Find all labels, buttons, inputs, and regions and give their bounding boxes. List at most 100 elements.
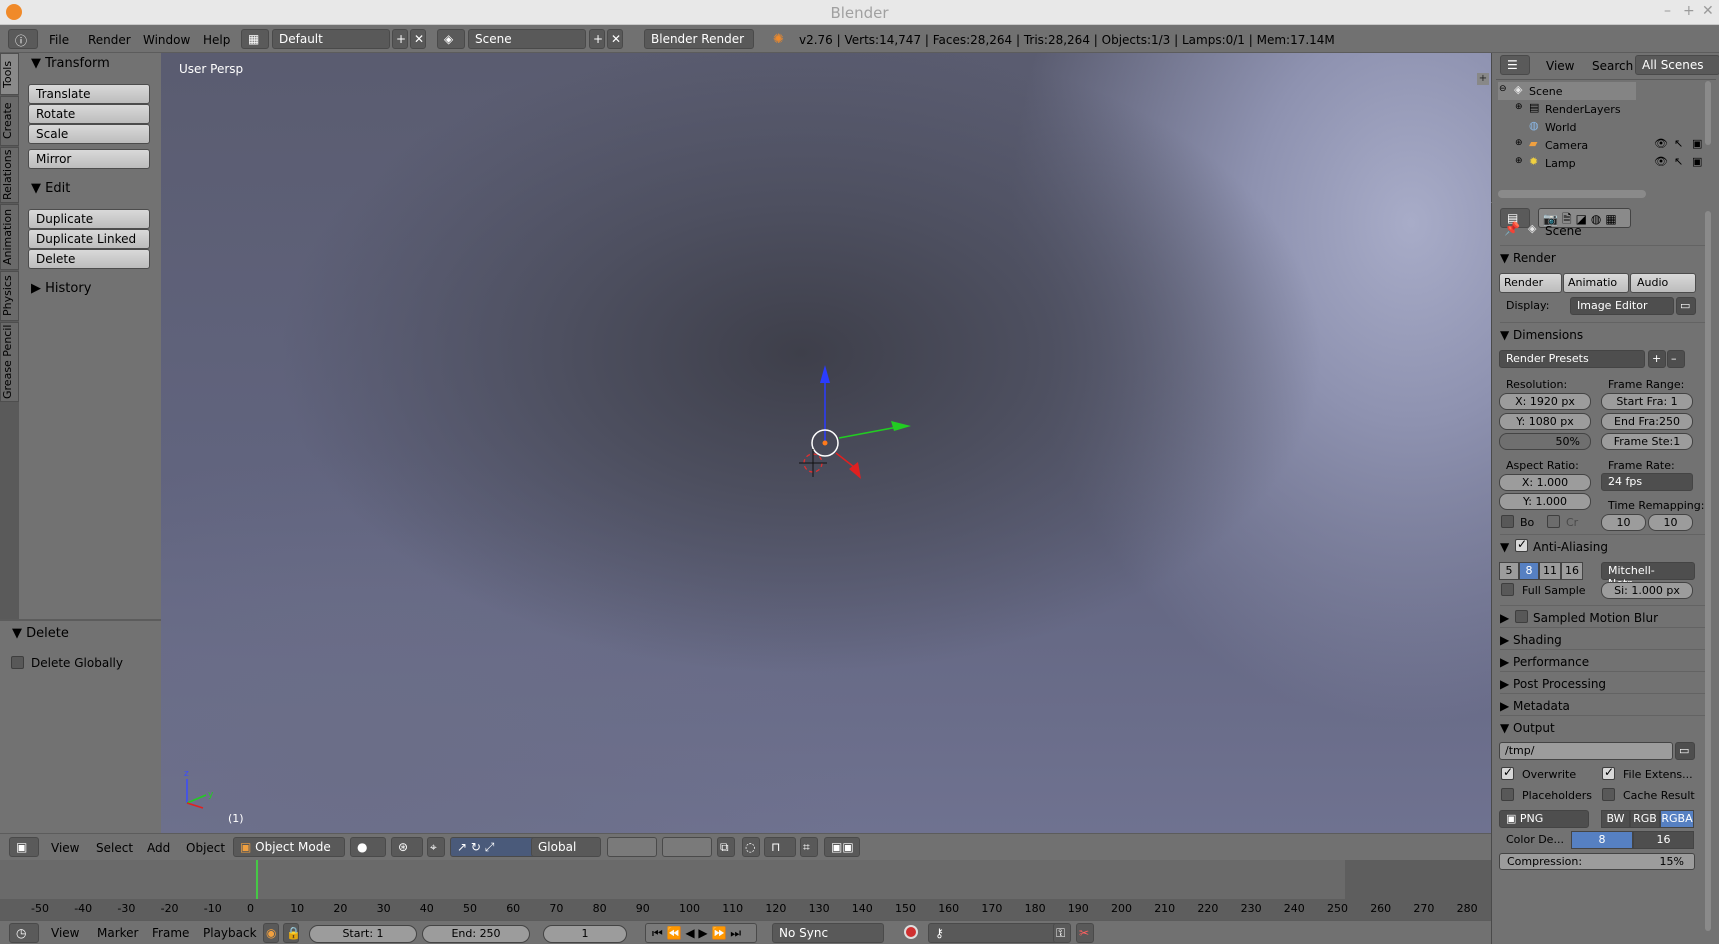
transform-gizmo[interactable]: z y (161, 53, 1491, 833)
menu-view[interactable]: View (51, 841, 79, 855)
editor-type-timeline-icon[interactable]: ◷ (9, 923, 39, 943)
shading-dropdown[interactable]: ● (350, 837, 386, 857)
menu-help[interactable]: Help (203, 33, 230, 47)
placeholders-checkbox[interactable] (1501, 788, 1514, 801)
render-icons[interactable]: ▣▣ (824, 837, 860, 857)
scale-button[interactable]: Scale (28, 124, 150, 144)
menu-render[interactable]: Render (88, 33, 131, 47)
duplicate-button[interactable]: Duplicate (28, 209, 150, 229)
cache-result-checkbox[interactable] (1602, 788, 1615, 801)
layout-add-icon[interactable]: + (392, 29, 408, 49)
expand-icon[interactable]: ⊕ (1515, 156, 1523, 166)
overwrite-checkbox[interactable] (1501, 765, 1514, 780)
rotate-button[interactable]: Rotate (28, 104, 150, 124)
current-frame-field[interactable]: 1 (543, 925, 627, 943)
preset-remove-icon[interactable]: – (1667, 350, 1685, 368)
z-axis-arrowhead[interactable] (820, 365, 830, 383)
tab-physics[interactable]: Physics (0, 271, 19, 321)
output-folder-icon[interactable]: ▭ (1675, 742, 1695, 760)
aa-samples-11[interactable]: 11 (1539, 562, 1561, 580)
record-icon[interactable] (904, 925, 918, 939)
post-processing-panel-header[interactable]: ▶ Post Processing (1500, 671, 1710, 693)
color-depth-16[interactable]: 16 (1633, 831, 1694, 849)
display-dropdown[interactable]: Image Editor (1570, 297, 1674, 315)
crop-checkbox[interactable] (1547, 515, 1560, 528)
aa-panel-header[interactable]: ▼ Anti-Aliasing (1500, 534, 1710, 556)
resolution-y-field[interactable]: Y: 1080 px (1499, 413, 1591, 430)
screen-layout-icon[interactable]: ▦ (241, 29, 269, 49)
visibility-eye-icon[interactable]: 👁 (1654, 155, 1668, 168)
edit-panel-header[interactable]: ▼ Edit (31, 181, 70, 196)
render-audio-button[interactable]: Audio (1630, 273, 1696, 293)
snap-target-icon[interactable]: ⌗ (800, 837, 818, 857)
end-frame-field[interactable]: End: 250 (422, 925, 530, 943)
outliner-display-dropdown[interactable]: All Scenes (1635, 55, 1719, 75)
time-remap-new-field[interactable]: 10 (1648, 514, 1693, 531)
scene-remove-icon[interactable]: ✕ (607, 29, 623, 49)
render-still-button[interactable]: Render (1499, 273, 1562, 293)
display-window-icon[interactable]: ▭ (1676, 297, 1696, 315)
insert-keyframe-icon[interactable]: ⚿ (1053, 923, 1071, 943)
tab-animation[interactable]: Animation (0, 204, 19, 270)
renderable-camera-icon[interactable]: ▣ (1692, 137, 1702, 150)
snap-dropdown[interactable]: ⊓ (764, 837, 796, 857)
lock-icon[interactable]: 🔒 (283, 923, 299, 943)
transform-panel-header[interactable]: ▼ Transform (31, 56, 110, 71)
3d-viewport[interactable]: User Persp z y (1) + (161, 53, 1491, 833)
editor-type-3dview-icon[interactable]: ▣ (9, 837, 39, 857)
time-remap-old-field[interactable]: 10 (1601, 514, 1646, 531)
menu-playback[interactable]: Playback (203, 926, 257, 940)
manipulator-modes[interactable]: ↗ ↻ ⤢ (450, 837, 540, 857)
pivot-dropdown[interactable]: ⊛ (391, 837, 423, 857)
aa-checkbox[interactable] (1515, 537, 1528, 552)
playback-controls[interactable]: ⏮ ⏪ ◀ ▶ ⏩ ⏭ (645, 923, 757, 943)
layout-remove-icon[interactable]: ✕ (410, 29, 426, 49)
editor-type-info-icon[interactable]: ⓘ (8, 29, 38, 49)
delete-button[interactable]: Delete (28, 249, 150, 269)
render-animation-button[interactable]: Animatio (1563, 273, 1629, 293)
selectable-cursor-icon[interactable]: ↖ (1674, 137, 1683, 150)
duplicate-linked-button[interactable]: Duplicate Linked (28, 229, 150, 249)
start-frame-field[interactable]: Start Fra: 1 (1601, 393, 1693, 410)
selectable-cursor-icon[interactable]: ↖ (1674, 155, 1683, 168)
sync-dropdown[interactable]: No Sync (772, 923, 884, 943)
lock-layers-icon[interactable]: ⧉ (717, 837, 735, 857)
frame-step-field[interactable]: Frame Ste:1 (1601, 433, 1693, 450)
expand-icon[interactable]: ⊕ (1515, 138, 1523, 148)
y-axis-arrowhead[interactable] (891, 421, 911, 431)
menu-frame[interactable]: Frame (152, 926, 189, 940)
output-path-field[interactable]: /tmp/ (1499, 742, 1673, 760)
resolution-x-field[interactable]: X: 1920 px (1499, 393, 1591, 410)
orientation-dropdown[interactable]: Global (531, 837, 601, 857)
scene-field[interactable]: Scene (468, 29, 586, 49)
menu-marker[interactable]: Marker (97, 926, 138, 940)
tab-relations[interactable]: Relations (0, 147, 19, 203)
proportional-edit-icon[interactable]: ◌ (742, 837, 760, 857)
color-mode-rgb[interactable]: RGB (1630, 810, 1660, 828)
manipulator-toggle-icon[interactable]: ⌖ (427, 837, 445, 857)
delete-keyframe-icon[interactable]: ✂ (1076, 923, 1094, 943)
layers-grid-2[interactable] (662, 837, 712, 857)
metadata-panel-header[interactable]: ▶ Metadata (1500, 693, 1710, 715)
mirror-button[interactable]: Mirror (28, 149, 150, 169)
layers-grid-1[interactable] (607, 837, 657, 857)
filter-size-field[interactable]: Si: 1.000 px (1601, 582, 1693, 599)
visibility-eye-icon[interactable]: 👁 (1654, 137, 1668, 150)
preset-add-icon[interactable]: + (1648, 350, 1666, 368)
dimensions-panel-header[interactable]: ▼ Dimensions (1500, 322, 1710, 344)
render-engine-dropdown[interactable]: Blender Render (644, 29, 754, 49)
tab-tools[interactable]: Tools (0, 53, 19, 95)
tab-create[interactable]: Create (0, 96, 19, 146)
menu-timeline-view[interactable]: View (51, 926, 79, 940)
menu-window[interactable]: Window (143, 33, 190, 47)
shading-panel-header[interactable]: ▶ Shading (1500, 627, 1710, 649)
collapse-icon[interactable]: ⊖ (1499, 84, 1507, 94)
render-presets-dropdown[interactable]: Render Presets (1499, 350, 1645, 368)
output-panel-header[interactable]: ▼ Output (1500, 715, 1710, 737)
keying-auto-icon[interactable]: ◉ (263, 923, 279, 943)
aa-samples-16[interactable]: 16 (1561, 562, 1583, 580)
start-frame-field[interactable]: Start: 1 (309, 925, 417, 943)
pin-icon[interactable]: 📌 (1504, 222, 1520, 237)
outliner-row-renderlayers[interactable]: ⊕ ▤ RenderLayers (1498, 100, 1718, 118)
compression-slider[interactable]: Compression: 15% (1499, 853, 1695, 870)
